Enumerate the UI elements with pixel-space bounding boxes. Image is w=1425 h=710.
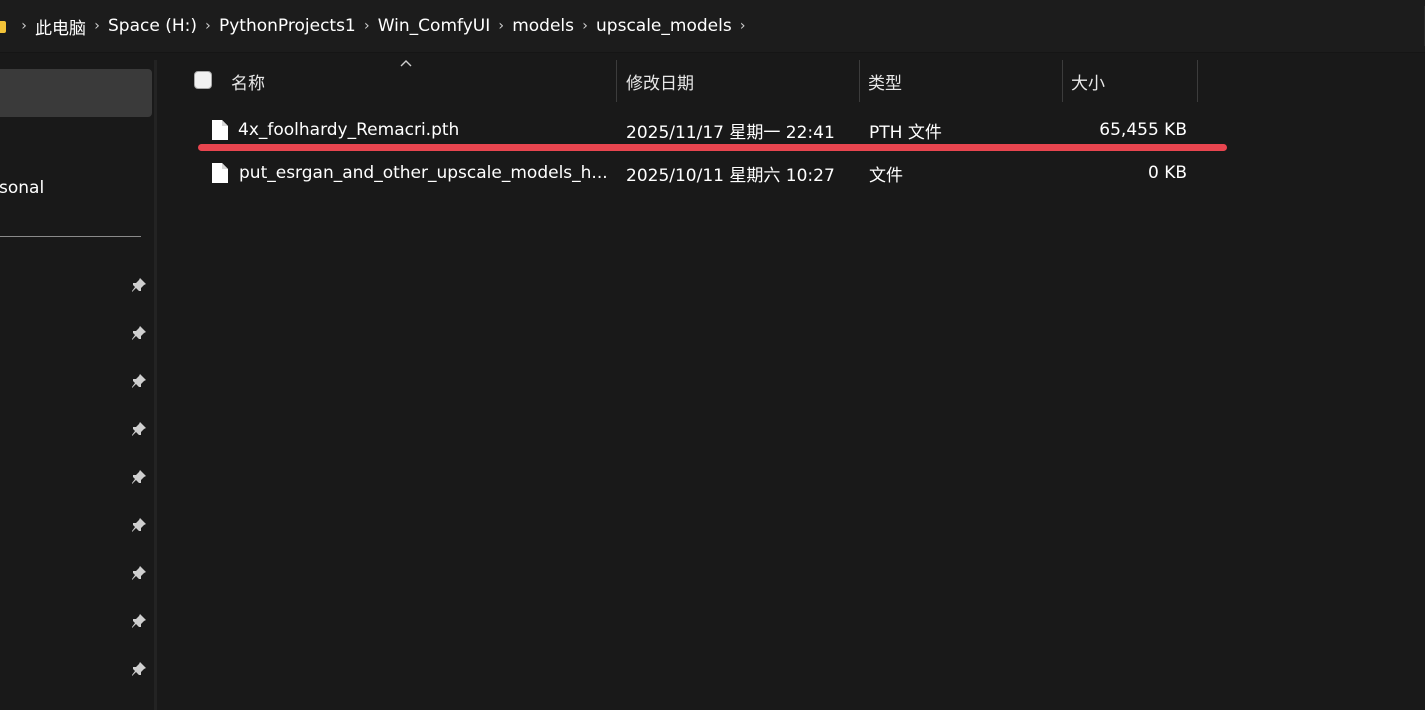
column-divider[interactable] bbox=[1197, 60, 1198, 102]
chevron-right-icon[interactable]: › bbox=[357, 18, 377, 34]
breadcrumb-item-this-pc[interactable]: 此电脑 bbox=[34, 14, 87, 39]
select-all-checkbox[interactable] bbox=[194, 71, 212, 89]
file-explorer-window: › 此电脑 › Space (H:) › PythonProjects1 › W… bbox=[0, 0, 1425, 710]
column-divider[interactable] bbox=[859, 60, 860, 102]
pin-icon[interactable] bbox=[131, 421, 147, 437]
column-divider[interactable] bbox=[616, 60, 617, 102]
file-modified: 2025/10/11 星期六 10:27 bbox=[626, 165, 835, 186]
breadcrumb-item-models[interactable]: models bbox=[511, 16, 575, 36]
column-header-type[interactable]: 类型 bbox=[868, 60, 902, 102]
breadcrumb-item-upscale-models[interactable]: upscale_models bbox=[595, 16, 733, 36]
navigation-pane: rsonal bbox=[0, 60, 154, 710]
pin-icon[interactable] bbox=[131, 469, 147, 485]
chevron-right-icon[interactable]: › bbox=[491, 18, 511, 34]
file-icon bbox=[212, 120, 228, 140]
file-icon bbox=[212, 163, 228, 183]
breadcrumb-item-python-projects[interactable]: PythonProjects1 bbox=[218, 16, 357, 36]
address-bar[interactable]: › 此电脑 › Space (H:) › PythonProjects1 › W… bbox=[0, 0, 1425, 53]
folder-icon bbox=[0, 20, 6, 33]
chevron-right-icon[interactable]: › bbox=[198, 18, 218, 34]
pin-icon[interactable] bbox=[131, 325, 147, 341]
column-header-size[interactable]: 大小 bbox=[1071, 60, 1105, 102]
nav-divider bbox=[0, 236, 141, 237]
file-name[interactable]: put_esrgan_and_other_upscale_models_h... bbox=[239, 153, 608, 193]
file-list: 名称 修改日期 类型 大小 4x_foolhardy_Remacri.pth 2… bbox=[157, 60, 1425, 710]
column-divider[interactable] bbox=[1062, 60, 1063, 102]
nav-item-selected[interactable] bbox=[0, 69, 152, 117]
breadcrumb-item-drive[interactable]: Space (H:) bbox=[107, 16, 198, 36]
pin-icon[interactable] bbox=[131, 277, 147, 293]
column-header-name[interactable]: 名称 bbox=[231, 60, 265, 102]
nav-item-personal[interactable]: rsonal bbox=[0, 178, 44, 198]
chevron-right-icon[interactable]: › bbox=[87, 18, 107, 34]
file-row[interactable]: put_esrgan_and_other_upscale_models_h...… bbox=[197, 153, 1227, 193]
pin-icon[interactable] bbox=[131, 661, 147, 677]
annotation-underline bbox=[198, 144, 1227, 151]
pin-icon[interactable] bbox=[131, 373, 147, 389]
breadcrumb: › 此电脑 › Space (H:) › PythonProjects1 › W… bbox=[0, 0, 753, 52]
chevron-right-icon[interactable]: › bbox=[14, 18, 34, 34]
breadcrumb-item-win-comfyui[interactable]: Win_ComfyUI bbox=[377, 16, 491, 36]
file-size: 0 KB bbox=[1147, 163, 1187, 183]
column-header-modified[interactable]: 修改日期 bbox=[626, 60, 694, 102]
pin-icon[interactable] bbox=[131, 565, 147, 581]
chevron-right-icon[interactable]: › bbox=[733, 18, 753, 34]
pin-icon[interactable] bbox=[131, 517, 147, 533]
pin-icon[interactable] bbox=[131, 613, 147, 629]
chevron-right-icon[interactable]: › bbox=[575, 18, 595, 34]
file-type: 文件 bbox=[869, 165, 903, 186]
sort-up-icon bbox=[400, 60, 412, 67]
